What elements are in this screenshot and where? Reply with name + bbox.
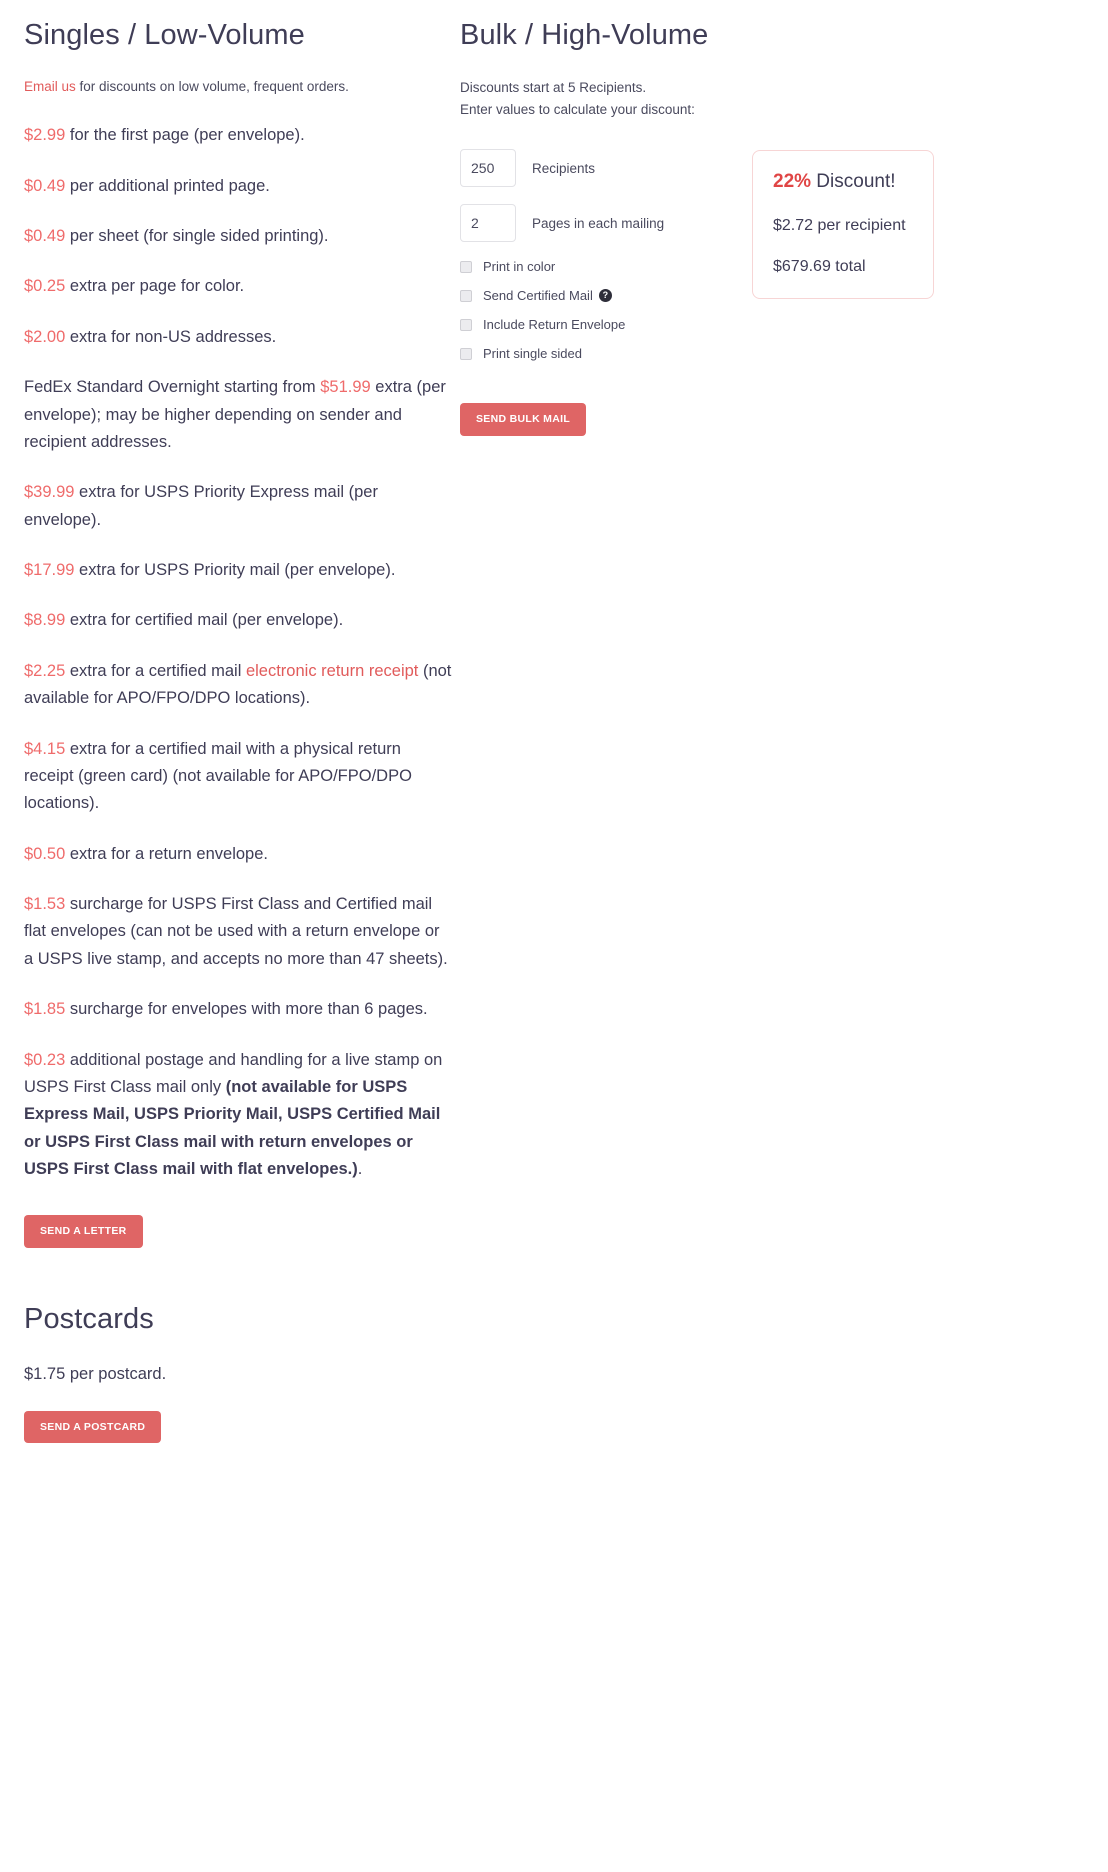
recipients-input[interactable] bbox=[460, 149, 516, 188]
total-price: $679.69 total bbox=[773, 258, 866, 276]
pages-input[interactable] bbox=[460, 204, 516, 243]
pricing-page: Singles / Low-Volume Email us for discou… bbox=[0, 0, 1108, 1872]
price-amount: $0.23 bbox=[24, 1050, 66, 1069]
singles-price-list: $2.99 for the first page (per envelope).… bbox=[24, 122, 452, 1183]
postcard-price-line: $1.75 per postcard. bbox=[24, 1365, 167, 1384]
price-item: $1.85 surcharge for envelopes with more … bbox=[24, 996, 452, 1023]
price-amount: $2.25 bbox=[24, 661, 66, 680]
bulk-intro-line-1: Discounts start at 5 Recipients. bbox=[460, 80, 647, 96]
send-certified-mail-label: Send Certified Mail bbox=[483, 288, 593, 304]
price-text: extra for non-US addresses. bbox=[65, 327, 277, 346]
price-item-electronic-receipt: $2.25 extra for a certified mail electro… bbox=[24, 658, 452, 713]
price-amount: $0.25 bbox=[24, 277, 66, 296]
price-amount: $39.99 bbox=[24, 483, 75, 502]
per-recipient-price: $2.72 per recipient bbox=[773, 216, 906, 234]
price-amount: $2.99 bbox=[24, 126, 66, 145]
price-item: $0.50 extra for a return envelope. bbox=[24, 841, 452, 868]
email-us-link[interactable]: Email us bbox=[24, 79, 76, 94]
bulk-intro: Discounts start at 5 Recipients. Enter v… bbox=[460, 77, 1108, 121]
print-single-sided-checkbox[interactable] bbox=[460, 347, 472, 360]
price-text: extra for USPS Priority Express mail (pe… bbox=[24, 483, 378, 529]
bulk-title: Bulk / High-Volume bbox=[460, 19, 709, 51]
price-item: $1.53 surcharge for USPS First Class and… bbox=[24, 891, 452, 973]
price-item: $17.99 extra for USPS Priority mail (per… bbox=[24, 557, 452, 584]
discount-headline: 22% Discount! bbox=[773, 171, 913, 194]
price-amount: $1.53 bbox=[24, 895, 66, 914]
price-item: $8.99 extra for certified mail (per enve… bbox=[24, 607, 452, 634]
price-text: for the first page (per envelope). bbox=[65, 126, 305, 145]
price-amount: $17.99 bbox=[24, 561, 75, 580]
bulk-options: Print in color Send Certified Mail ? Inc… bbox=[460, 259, 706, 361]
price-item: $39.99 extra for USPS Priority Express m… bbox=[24, 479, 452, 534]
price-amount: $1.85 bbox=[24, 1000, 66, 1019]
pages-field-row: Pages in each mailing bbox=[460, 204, 706, 243]
send-a-postcard-button[interactable]: SEND A POSTCARD bbox=[24, 1410, 162, 1444]
include-return-envelope-label: Include Return Envelope bbox=[483, 317, 626, 333]
price-amount: $0.50 bbox=[24, 844, 66, 863]
print-in-color-label: Print in color bbox=[483, 259, 556, 275]
price-item: $0.25 extra per page for color. bbox=[24, 273, 452, 300]
recipients-label: Recipients bbox=[532, 160, 596, 176]
price-amount: $51.99 bbox=[320, 378, 371, 397]
option-print-single-sided[interactable]: Print single sided bbox=[460, 346, 706, 361]
price-item: $2.00 extra for non-US addresses. bbox=[24, 324, 452, 351]
bulk-column: Bulk / High-Volume Discounts start at 5 … bbox=[452, 0, 1108, 436]
singles-title: Singles / Low-Volume bbox=[24, 19, 305, 51]
price-amount: $0.49 bbox=[24, 176, 66, 195]
bulk-intro-line-2: Enter values to calculate your discount: bbox=[460, 102, 695, 118]
print-in-color-checkbox[interactable] bbox=[460, 260, 472, 273]
price-text: extra for certified mail (per envelope). bbox=[65, 611, 344, 630]
discount-result-box: 22% Discount! $2.72 per recipient $679.6… bbox=[752, 150, 934, 300]
singles-column: Singles / Low-Volume Email us for discou… bbox=[0, 0, 452, 1444]
option-send-certified-mail[interactable]: Send Certified Mail ? bbox=[460, 288, 706, 303]
bulk-calculator-fields: Recipients Pages in each mailing Print i… bbox=[460, 149, 706, 436]
bulk-calculator: Recipients Pages in each mailing Print i… bbox=[460, 149, 1108, 436]
send-certified-mail-checkbox[interactable] bbox=[460, 289, 472, 302]
print-single-sided-label: Print single sided bbox=[483, 346, 582, 362]
price-item-fedex: FedEx Standard Overnight starting from $… bbox=[24, 374, 452, 456]
price-amount: $8.99 bbox=[24, 611, 66, 630]
price-text: per sheet (for single sided printing). bbox=[65, 227, 329, 246]
postcards-title: Postcards bbox=[24, 1302, 154, 1335]
live-stamp-tail: . bbox=[357, 1160, 363, 1179]
price-text: surcharge for USPS First Class and Certi… bbox=[24, 895, 448, 968]
price-text: per additional printed page. bbox=[65, 176, 270, 195]
singles-intro-rest: for discounts on low volume, frequent or… bbox=[75, 79, 349, 95]
discount-percent: 22% bbox=[773, 171, 812, 193]
help-icon[interactable]: ? bbox=[598, 289, 612, 303]
price-item-physical-receipt: $4.15 extra for a certified mail with a … bbox=[24, 736, 452, 818]
option-print-in-color[interactable]: Print in color bbox=[460, 259, 706, 274]
postcards-section: Postcards $1.75 per postcard. SEND A POS… bbox=[24, 1302, 452, 1444]
two-column-layout: Singles / Low-Volume Email us for discou… bbox=[0, 0, 1108, 1444]
option-include-return-envelope[interactable]: Include Return Envelope bbox=[460, 317, 706, 332]
fedex-lead: FedEx Standard Overnight starting from bbox=[24, 378, 321, 397]
price-amount: $2.00 bbox=[24, 327, 66, 346]
price-text: surcharge for envelopes with more than 6… bbox=[65, 1000, 428, 1019]
price-amount: $4.15 bbox=[24, 739, 66, 758]
price-item-live-stamp: $0.23 additional postage and handling fo… bbox=[24, 1047, 452, 1184]
recipients-field-row: Recipients bbox=[460, 149, 706, 188]
electronic-return-receipt-link[interactable]: electronic return receipt bbox=[246, 662, 418, 680]
electronic-receipt-pre: extra for a certified mail bbox=[65, 661, 246, 680]
price-text: extra per page for color. bbox=[65, 277, 245, 296]
price-text: extra for a return envelope. bbox=[65, 844, 268, 863]
send-bulk-mail-button[interactable]: SEND BULK MAIL bbox=[460, 403, 587, 436]
price-item: $0.49 per additional printed page. bbox=[24, 173, 452, 200]
price-item: $2.99 for the first page (per envelope). bbox=[24, 122, 452, 149]
send-a-letter-button[interactable]: SEND A LETTER bbox=[24, 1215, 143, 1248]
discount-word: Discount! bbox=[811, 171, 896, 193]
singles-intro: Email us for discounts on low volume, fr… bbox=[24, 77, 452, 98]
price-item: $0.49 per sheet (for single sided printi… bbox=[24, 223, 452, 250]
price-amount: $0.49 bbox=[24, 227, 66, 246]
price-text: extra for a certified mail with a physic… bbox=[24, 739, 412, 813]
price-text: extra for USPS Priority mail (per envelo… bbox=[74, 561, 396, 580]
include-return-envelope-checkbox[interactable] bbox=[460, 318, 472, 331]
pages-label: Pages in each mailing bbox=[532, 215, 665, 231]
